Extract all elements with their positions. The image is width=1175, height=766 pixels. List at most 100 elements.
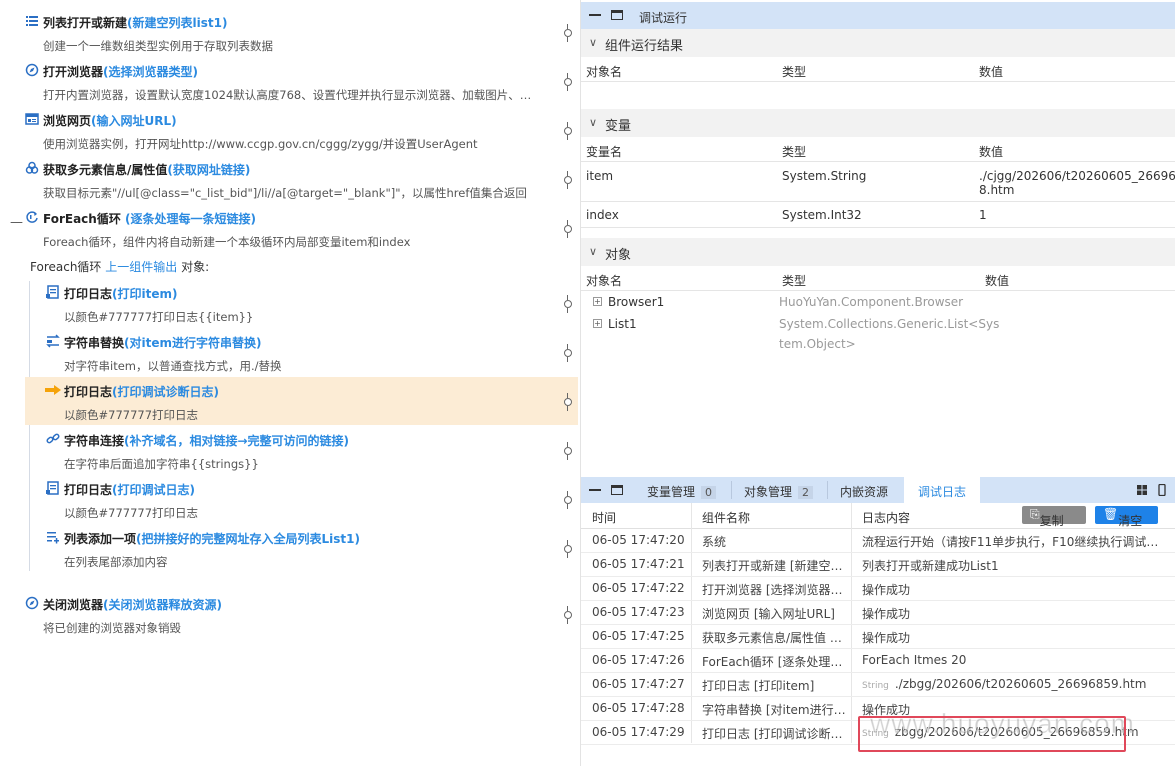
tab-object-manager[interactable]: 对象管理 2	[744, 477, 814, 503]
log-row[interactable]: 06-05 17:47:23 浏览网页 [输入网址URL] 操作成功	[581, 601, 1175, 625]
connector-handle[interactable]	[564, 24, 572, 42]
inner-step-string-concat[interactable]: 字符串连接(补齐域名，相对链接→完整可访问的链接) 在字符串后面追加字符串{{s…	[25, 426, 578, 475]
connector-handle[interactable]	[564, 295, 572, 313]
clear-button[interactable]: 🗑 清空	[1095, 506, 1158, 528]
step-title: 打开浏览器(选择浏览器类型)	[43, 65, 198, 79]
step-title: 列表添加一项(把拼接好的完整网址存入全局列表List1)	[64, 532, 360, 546]
tab-debug-log[interactable]: 调试日志	[904, 477, 980, 503]
col-type: 类型	[782, 145, 807, 159]
connector-handle[interactable]	[564, 344, 572, 362]
col-object-name: 对象名	[586, 274, 623, 288]
log-content: 操作成功	[862, 605, 1162, 622]
window-icon[interactable]	[611, 485, 623, 495]
chevron-down-icon[interactable]: ∨	[589, 36, 597, 49]
inner-step-print-debug-active[interactable]: 打印日志(打印调试诊断日志) 以颜色#777777打印日志	[25, 377, 578, 425]
variable-value-wrap: 8.htm	[979, 183, 1015, 197]
log-row[interactable]: 06-05 17:47:22 打开浏览器 [选择浏览器… 操作成功	[581, 577, 1175, 601]
copy-button[interactable]: ⎘ 复制	[1022, 506, 1086, 528]
windows-icon[interactable]	[1136, 484, 1148, 496]
minimize-icon[interactable]	[589, 14, 601, 16]
expand-plus-icon[interactable]: +	[593, 297, 602, 306]
connector-handle[interactable]	[564, 220, 572, 238]
tab-count-badge: 2	[798, 486, 814, 499]
highlight-box	[858, 716, 1126, 752]
step-foreach[interactable]: ForEach循环 (逐条处理每一条短链接) Foreach循环，组件内将自动新…	[0, 204, 578, 253]
log-text: ForEach Itmes 20	[862, 653, 967, 667]
step-browse-page[interactable]: 浏览网页(输入网址URL) 使用浏览器实例，打开网址http://www.ccg…	[0, 106, 578, 155]
object-type: HuoYuYan.Component.Browser	[779, 295, 964, 309]
expand-plus-icon[interactable]: +	[593, 319, 602, 328]
object-row-list1[interactable]: + List1 System.Collections.Generic.List<…	[581, 315, 1175, 355]
inner-step-string-replace[interactable]: 字符串替换(对item进行字符串替换) 对字符串item，以普通查找方式，用./…	[25, 328, 578, 377]
chevron-down-icon[interactable]: ∨	[589, 245, 597, 258]
variables-section-header[interactable]: ∨ 变量	[581, 109, 1175, 137]
step-description: 对字符串item，以普通查找方式，用./替换	[64, 359, 282, 373]
variable-row-item[interactable]: item System.String ./cjgg/202606/t202606…	[581, 163, 1175, 202]
mobile-icon[interactable]	[1156, 484, 1168, 496]
log-time: 06-05 17:47:22	[592, 581, 685, 595]
log-row[interactable]: 06-05 17:47:26 ForEach循环 [逐条处理… ForEach It…	[581, 649, 1175, 673]
col-type: 类型	[782, 274, 807, 288]
arrow-right-icon	[45, 385, 61, 395]
inner-step-print-debug[interactable]: 打印日志(打印调试日志) 以颜色#777777打印日志	[25, 475, 578, 524]
log-row[interactable]: 06-05 17:47:27 打印日志 [打印item] String ./zbgg/…	[581, 673, 1175, 697]
print-log-icon	[46, 481, 59, 495]
step-title: 获取多元素信息/属性值(获取网址链接)	[43, 163, 251, 177]
results-section-header[interactable]: ∨ 组件运行结果	[581, 29, 1175, 57]
minimize-icon[interactable]	[589, 489, 601, 491]
log-text: ./zbgg/202606/t20260605_26696859.htm	[894, 677, 1147, 691]
chevron-down-icon[interactable]: ∨	[589, 116, 597, 129]
step-title: 字符串连接(补齐域名，相对链接→完整可访问的链接)	[64, 434, 350, 448]
flow-designer: — 列表打开或新建(新建空列表list1) 创建一个一维数组类型实例用于存取列表…	[0, 0, 580, 766]
objects-column-header: 对象名 类型 数值	[581, 267, 1175, 291]
step-description: 获取目标元素"//ul[@class="c_list_bid"]/li//a[@…	[43, 186, 527, 200]
objects-section-header[interactable]: ∨ 对象	[581, 238, 1175, 266]
log-content: 操作成功	[862, 581, 1162, 598]
window-icon[interactable]	[611, 10, 623, 20]
tab-count-badge: 0	[701, 486, 717, 499]
inner-step-print-item[interactable]: 打印日志(打印item) 以颜色#777777打印日志{{item}}	[25, 279, 578, 328]
connector-handle[interactable]	[564, 540, 572, 558]
log-row[interactable]: 06-05 17:47:20 系统 流程运行开始（请按F11单步执行，F10继续执行…	[581, 529, 1175, 553]
compass-icon	[25, 63, 39, 77]
variable-type: System.String	[782, 169, 867, 183]
tab-separator	[731, 481, 732, 499]
log-component: 打开浏览器 [选择浏览器…	[702, 583, 843, 597]
connector-handle[interactable]	[564, 73, 572, 91]
col-time: 时间	[592, 511, 617, 525]
inner-step-list-add[interactable]: 列表添加一项(把拼接好的完整网址存入全局列表List1) 在列表尾部添加内容	[25, 524, 578, 573]
step-description: Foreach循环，组件内将自动新建一个本级循环内局部变量item和index	[43, 235, 411, 249]
object-row-browser1[interactable]: + Browser1 HuoYuYan.Component.Browser	[581, 293, 1175, 315]
step-title: 打印日志(打印item)	[64, 287, 178, 301]
step-description: 创建一个一维数组类型实例用于存取列表数据	[43, 39, 273, 53]
connector-handle[interactable]	[564, 122, 572, 140]
step-get-elements[interactable]: 获取多元素信息/属性值(获取网址链接) 获取目标元素"//ul[@class="…	[0, 155, 578, 204]
col-object-name: 对象名	[586, 65, 623, 79]
step-open-browser[interactable]: 打开浏览器(选择浏览器类型) 打开内置浏览器，设置默认宽度1024默认高度768…	[0, 57, 578, 106]
log-text: 操作成功	[862, 583, 911, 597]
connector-handle[interactable]	[564, 393, 572, 411]
log-component: 获取多元素信息/属性值 …	[702, 631, 842, 645]
loop-icon	[26, 211, 38, 223]
object-type: System.Collections.Generic.List<Sys	[779, 317, 1000, 331]
log-time: 06-05 17:47:23	[592, 605, 685, 619]
log-component: 打印日志 [打印item]	[702, 679, 815, 693]
connector-handle[interactable]	[564, 442, 572, 460]
log-component: 系统	[702, 535, 727, 549]
log-row[interactable]: 06-05 17:47:21 列表打开或新建 [新建空… 列表打开或新建成功List…	[581, 553, 1175, 577]
tab-variable-manager[interactable]: 变量管理 0	[647, 477, 717, 503]
connector-handle[interactable]	[564, 171, 572, 189]
tab-embedded-resources[interactable]: 内嵌资源	[840, 477, 888, 503]
variable-row-index[interactable]: index System.Int32 1	[581, 202, 1175, 228]
loop-source-link[interactable]: 上一组件输出	[105, 260, 177, 274]
copy-label: 复制	[1039, 514, 1064, 528]
log-row[interactable]: 06-05 17:47:25 获取多元素信息/属性值 … 操作成功	[581, 625, 1175, 649]
variables-section-title: 变量	[605, 119, 632, 134]
replace-icon	[46, 334, 60, 348]
object-name: Browser1	[608, 295, 665, 309]
connector-handle[interactable]	[564, 491, 572, 509]
connector-handle[interactable]	[564, 606, 572, 624]
step-close-browser[interactable]: 关闭浏览器(关闭浏览器释放资源) 将已创建的浏览器对象销毁	[0, 590, 578, 639]
step-list-open[interactable]: 列表打开或新建(新建空列表list1) 创建一个一维数组类型实例用于存取列表数据	[0, 8, 578, 57]
col-value: 数值	[979, 65, 1004, 79]
